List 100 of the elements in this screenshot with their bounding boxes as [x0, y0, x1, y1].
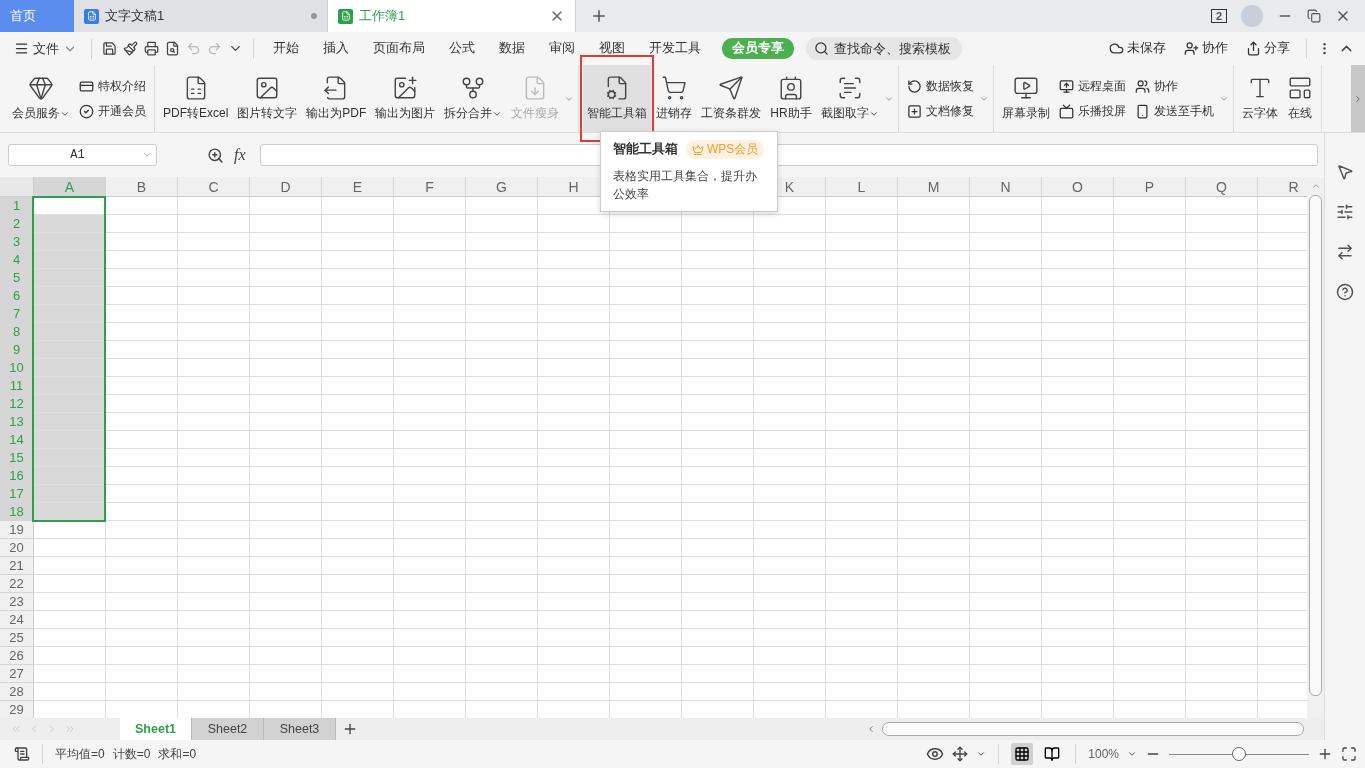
- column-header[interactable]: N: [970, 177, 1042, 197]
- pointer-icon[interactable]: [1336, 163, 1354, 181]
- command-search-field[interactable]: 查找命令、搜索模板: [806, 37, 962, 60]
- sheet-tab[interactable]: Sheet3: [264, 718, 336, 740]
- first-sheet-icon[interactable]: [10, 723, 22, 735]
- column-header[interactable]: E: [322, 177, 394, 197]
- user-avatar[interactable]: [1241, 5, 1263, 27]
- row-header[interactable]: 21: [0, 557, 34, 575]
- row-header[interactable]: 20: [0, 539, 34, 557]
- column-header[interactable]: G: [466, 177, 538, 197]
- ribbon-tab[interactable]: 视图: [590, 38, 634, 59]
- row-header[interactable]: 29: [0, 701, 34, 718]
- last-sheet-icon[interactable]: [64, 723, 76, 735]
- ribbon-button[interactable]: 进销存: [652, 65, 697, 132]
- column-header[interactable]: B: [106, 177, 178, 197]
- function-label[interactable]: fx: [234, 146, 246, 164]
- move-icon[interactable]: [952, 746, 969, 762]
- ribbon-tab[interactable]: 开始: [264, 38, 308, 59]
- ribbon-tab[interactable]: 开发工具: [640, 38, 710, 59]
- column-header[interactable]: F: [394, 177, 466, 197]
- ribbon-small-button[interactable]: 远程桌面: [1058, 77, 1126, 95]
- restore-icon[interactable]: [1307, 9, 1321, 23]
- row-header[interactable]: 22: [0, 575, 34, 593]
- zoom-icon[interactable]: [207, 146, 224, 164]
- normal-view-button[interactable]: [1011, 743, 1034, 765]
- select-all-corner[interactable]: [0, 177, 34, 197]
- ribbon-button[interactable]: 在线: [1282, 65, 1317, 132]
- ribbon-button[interactable]: PDF转Excel: [159, 65, 233, 132]
- column-header[interactable]: D: [250, 177, 322, 197]
- ribbon-button[interactable]: 截图取字: [816, 65, 883, 132]
- row-header[interactable]: 27: [0, 665, 34, 683]
- fullscreen-icon[interactable]: [1341, 746, 1357, 762]
- row-header[interactable]: 24: [0, 611, 34, 629]
- document-tab[interactable]: 首页: [0, 0, 74, 32]
- help-icon[interactable]: [1336, 283, 1354, 301]
- row-header[interactable]: 19: [0, 521, 34, 539]
- format-painter-icon[interactable]: [123, 41, 138, 56]
- column-header[interactable]: P: [1114, 177, 1186, 197]
- ribbon-small-button[interactable]: 文档修复: [906, 102, 974, 120]
- document-tab[interactable]: 文字文稿1: [74, 0, 328, 32]
- column-header[interactable]: O: [1042, 177, 1114, 197]
- ribbon-tab[interactable]: 审阅: [540, 38, 584, 59]
- eye-icon[interactable]: [926, 745, 945, 763]
- ribbon-tab[interactable]: 插入: [314, 38, 358, 59]
- print-icon[interactable]: [144, 41, 159, 56]
- ribbon-button[interactable]: 图片转文字: [233, 65, 302, 132]
- scroll-up-icon[interactable]: [1310, 181, 1321, 191]
- zoom-thumb[interactable]: [1232, 747, 1246, 761]
- ribbon-tab[interactable]: 公式: [440, 38, 484, 59]
- name-box[interactable]: A1: [8, 144, 157, 166]
- ribbon-button[interactable]: 屏幕录制: [997, 65, 1054, 132]
- save-icon[interactable]: [102, 41, 117, 56]
- ribbon-tab[interactable]: 页面布局: [364, 38, 434, 59]
- sheet-tab[interactable]: Sheet1: [120, 718, 192, 740]
- column-header[interactable]: C: [178, 177, 250, 197]
- scroll-left-icon[interactable]: [866, 724, 876, 734]
- row-header[interactable]: 28: [0, 683, 34, 701]
- zoom-dropdown[interactable]: 100%: [1088, 747, 1119, 761]
- ribbon-small-button[interactable]: 乐播投屏: [1058, 102, 1126, 120]
- ribbon-small-button[interactable]: 数据恢复: [906, 77, 974, 95]
- ribbon-small-button[interactable]: 特权介绍: [79, 77, 146, 95]
- ribbon-button[interactable]: 云字体: [1237, 65, 1282, 132]
- ribbon-small-button[interactable]: 协作: [1134, 77, 1214, 95]
- ribbon-button[interactable]: 会员服务: [8, 65, 74, 132]
- toolbar-action[interactable]: 分享: [1240, 39, 1296, 58]
- settings-icon[interactable]: [1336, 203, 1354, 221]
- ribbon-button[interactable]: 输出为图片: [371, 65, 440, 132]
- ribbon-small-button[interactable]: 开通会员: [79, 102, 146, 120]
- window-count-badge[interactable]: 2: [1210, 9, 1227, 23]
- ribbon-button[interactable]: 拆分合并: [440, 65, 507, 132]
- file-menu-button[interactable]: 文件: [10, 39, 81, 58]
- column-header[interactable]: R: [1258, 177, 1307, 197]
- phone-icon: [1134, 103, 1150, 119]
- row-header[interactable]: 25: [0, 629, 34, 647]
- row-header[interactable]: 26: [0, 647, 34, 665]
- sheet-tab[interactable]: Sheet2: [192, 718, 264, 740]
- vertical-scrollbar[interactable]: [1309, 195, 1322, 696]
- redo-icon[interactable]: [207, 41, 222, 56]
- ribbon-button[interactable]: 输出为PDF: [302, 65, 371, 132]
- zoom-in-icon[interactable]: [1317, 746, 1333, 762]
- transfer-icon[interactable]: [1336, 243, 1354, 261]
- print-preview-icon[interactable]: [165, 41, 180, 56]
- undo-icon[interactable]: [186, 41, 201, 56]
- member-button[interactable]: 会员专享: [722, 38, 794, 59]
- horizontal-scrollbar[interactable]: [882, 722, 1304, 736]
- scroll-icon[interactable]: [14, 746, 30, 762]
- ribbon-small-button[interactable]: 发送至手机: [1134, 102, 1214, 120]
- ribbon-button[interactable]: 工资条群发: [697, 65, 766, 132]
- ribbon-button[interactable]: 智能工具箱: [583, 65, 652, 132]
- new-tab-icon[interactable]: [590, 7, 608, 25]
- toolbar-action[interactable]: 未保存: [1103, 39, 1172, 58]
- column-header[interactable]: L: [826, 177, 898, 197]
- ribbon-tab[interactable]: 数据: [490, 38, 534, 59]
- row-header[interactable]: 23: [0, 593, 34, 611]
- ribbon-button[interactable]: HR助手: [766, 65, 816, 132]
- column-header[interactable]: M: [898, 177, 970, 197]
- document-tab[interactable]: 工作簿1: [328, 0, 576, 32]
- scroll-right-button[interactable]: [1351, 65, 1365, 132]
- toolbar-action[interactable]: 协作: [1178, 39, 1234, 58]
- column-header[interactable]: Q: [1186, 177, 1258, 197]
